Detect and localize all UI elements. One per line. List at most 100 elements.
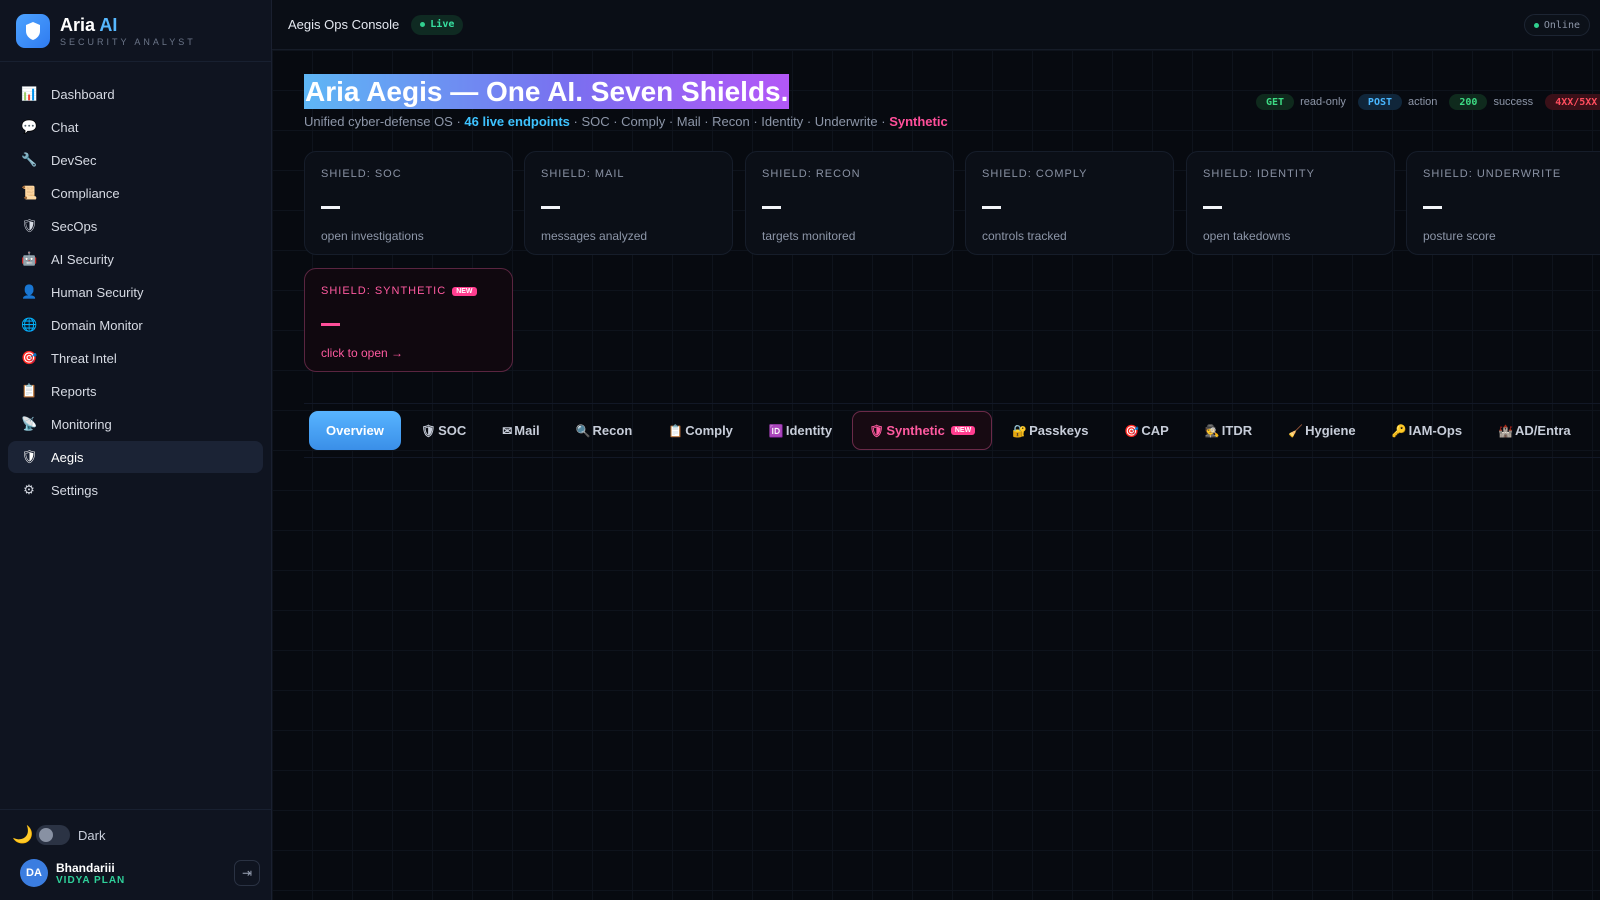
sidebar-item-reports[interactable]: 📋 Reports xyxy=(8,375,263,407)
card-description: open investigations xyxy=(321,229,424,243)
sidebar-item-label: Monitoring xyxy=(51,416,112,432)
tab-mail[interactable]: ✉ Mail xyxy=(486,411,555,450)
legend-get-label: read-only xyxy=(1300,96,1346,108)
shield-card-synthetic[interactable]: SHIELD: SYNTHETIC NEW click to open → xyxy=(304,268,513,372)
sidebar-item-ai-security[interactable]: 🤖 AI Security xyxy=(8,243,263,275)
shield-card-soc[interactable]: SHIELD: SOC open investigations xyxy=(304,151,513,255)
sidebar-item-icon: 👤 xyxy=(21,284,38,299)
tab-label: IAM-Ops xyxy=(1408,423,1463,438)
tab-icon: 🏰 xyxy=(1498,423,1514,438)
tab-icon: 🛡 xyxy=(420,423,437,438)
new-badge: NEW xyxy=(452,286,477,296)
shield-card-underwrite[interactable]: SHIELD: UNDERWRITE posture score xyxy=(1406,151,1600,255)
tab-icon: 🛡 xyxy=(869,423,885,438)
card-label: SHIELD: RECON xyxy=(762,168,861,180)
tab-overview[interactable]: Overview xyxy=(309,411,401,450)
sidebar-item-settings[interactable]: ⚙ Settings xyxy=(8,474,263,506)
tab-comply[interactable]: 📋 Comply xyxy=(652,411,749,450)
card-description: click to open → xyxy=(321,346,404,360)
sidebar-item-icon: 🔧 xyxy=(21,152,38,167)
brand-subtitle: SECURITY ANALYST xyxy=(60,36,196,47)
tab-cap[interactable]: 🎯 CAP xyxy=(1108,411,1184,450)
page-title: Aria Aegis — One AI. Seven Shields. xyxy=(304,74,790,109)
tab-passkeys[interactable]: 🔐 Passkeys xyxy=(996,411,1104,450)
console-title: Aegis Ops Console xyxy=(288,17,400,32)
tab-label: Overview xyxy=(326,423,384,438)
sidebar-item-human-security[interactable]: 👤 Human Security xyxy=(8,276,263,308)
legend-post-label: action xyxy=(1408,96,1438,108)
http-legend: GET read-only POST action 200 success 4XX/5… xyxy=(1256,94,1600,110)
tab-label: Synthetic xyxy=(886,423,945,438)
sidebar-item-domain-monitor[interactable]: 🌐 Domain Monitor xyxy=(8,309,263,341)
tab-iam-ops[interactable]: 🔑 IAM-Ops xyxy=(1376,411,1478,450)
sidebar-item-icon: 🌐 xyxy=(21,317,38,332)
sidebar-item-icon: 🎯 xyxy=(21,350,38,365)
shield-card-mail[interactable]: SHIELD: MAIL messages analyzed xyxy=(524,151,733,255)
sidebar-item-icon: 📜 xyxy=(21,185,38,200)
sidebar: Aria AI SECURITY ANALYST 📊 Dashboard 💬 Chat… xyxy=(0,0,272,900)
tab-itdr[interactable]: 🕵 ITDR xyxy=(1189,411,1268,450)
card-description: open takedowns xyxy=(1203,229,1291,243)
shield-card-comply[interactable]: SHIELD: COMPLY controls tracked xyxy=(965,151,1174,255)
tab-icon: 📋 xyxy=(668,423,684,438)
tab-icon: 🔍 xyxy=(575,423,591,438)
tab-hygiene[interactable]: 🧹 Hygiene xyxy=(1272,411,1372,450)
tab-label: ITDR xyxy=(1221,423,1253,438)
logout-icon[interactable]: ⇥ xyxy=(234,860,260,886)
sidebar-item-compliance[interactable]: 📜 Compliance xyxy=(8,177,263,209)
tab-icon: 🎯 xyxy=(1124,423,1140,438)
tab-icon: ✉ xyxy=(502,423,513,438)
brand[interactable]: Aria AI SECURITY ANALYST xyxy=(0,0,271,62)
sidebar-item-icon: 📡 xyxy=(21,416,38,431)
sidebar-item-dashboard[interactable]: 📊 Dashboard xyxy=(8,78,263,110)
card-label: SHIELD: IDENTITY xyxy=(1203,168,1315,180)
sidebar-item-icon: 📊 xyxy=(21,86,38,101)
sidebar-item-label: DevSec xyxy=(51,152,97,168)
sidebar-item-label: Compliance xyxy=(51,185,120,201)
sidebar-item-label: Settings xyxy=(51,482,98,498)
sidebar-item-icon: 🛡 xyxy=(21,449,38,464)
tab-label: AD/Entra xyxy=(1515,423,1571,438)
shield-card-recon[interactable]: SHIELD: RECON targets monitored xyxy=(745,151,954,255)
card-description: controls tracked xyxy=(982,229,1067,243)
tab-icon: 🆔 xyxy=(768,423,784,438)
sidebar-item-aegis[interactable]: 🛡 Aegis xyxy=(8,441,263,473)
tab-label: Mail xyxy=(514,423,540,438)
card-label: SHIELD: SOC xyxy=(321,168,402,180)
tab-icon: 🧹 xyxy=(1288,423,1304,438)
tab-label: Passkeys xyxy=(1029,423,1089,438)
tab-soc[interactable]: 🛡 SOC xyxy=(405,411,482,450)
card-description: targets monitored xyxy=(762,229,856,243)
tab-identity[interactable]: 🆔 Identity xyxy=(753,411,848,450)
live-dot-icon xyxy=(420,22,426,27)
online-dot-icon xyxy=(1533,22,1539,28)
card-value-placeholder xyxy=(982,206,1001,209)
tab-bar: Overview 🛡 SOC ✉ Mail 🔍 Recon 📋 Comply 🆔 Identity 🛡… xyxy=(304,403,1600,458)
sidebar-item-label: Dashboard xyxy=(51,86,115,102)
sidebar-nav: 📊 Dashboard 💬 Chat 🔧 DevSec 📜 Compliance 🛡 SecOps… xyxy=(0,62,271,506)
sidebar-item-icon: 📋 xyxy=(21,383,38,398)
sidebar-item-chat[interactable]: 💬 Chat xyxy=(8,111,263,143)
sidebar-item-threat-intel[interactable]: 🎯 Threat Intel xyxy=(8,342,263,374)
tab-label: CAP xyxy=(1141,423,1169,438)
sidebar-item-icon: ⚙ xyxy=(23,482,35,497)
legend-success-pill: 200 xyxy=(1449,94,1488,110)
sidebar-item-icon: 💬 xyxy=(21,119,38,134)
sidebar-item-secops[interactable]: 🛡 SecOps xyxy=(8,210,263,242)
legend-get-pill: GET xyxy=(1256,94,1295,110)
card-value-placeholder xyxy=(541,206,560,209)
shield-logo-icon xyxy=(16,13,50,48)
card-description: messages analyzed xyxy=(541,229,648,243)
tab-recon[interactable]: 🔍 Recon xyxy=(560,411,649,450)
user-profile[interactable]: DA Bhandariii VIDYA PLAN ⇥ xyxy=(12,856,260,890)
tab-ad-entra[interactable]: 🏰 AD/Entra xyxy=(1482,411,1587,450)
shield-card-identity[interactable]: SHIELD: IDENTITY open takedowns xyxy=(1186,151,1395,255)
theme-toggle[interactable] xyxy=(36,825,70,845)
brand-name: Aria AI xyxy=(60,14,118,35)
sidebar-item-monitoring[interactable]: 📡 Monitoring xyxy=(8,408,263,440)
sidebar-item-icon: 🤖 xyxy=(21,251,38,266)
legend-post-pill: POST xyxy=(1357,94,1403,110)
sidebar-item-label: SecOps xyxy=(51,218,98,234)
sidebar-item-devsec[interactable]: 🔧 DevSec xyxy=(8,144,263,176)
tab-synthetic[interactable]: 🛡 Synthetic NEW xyxy=(852,411,993,450)
